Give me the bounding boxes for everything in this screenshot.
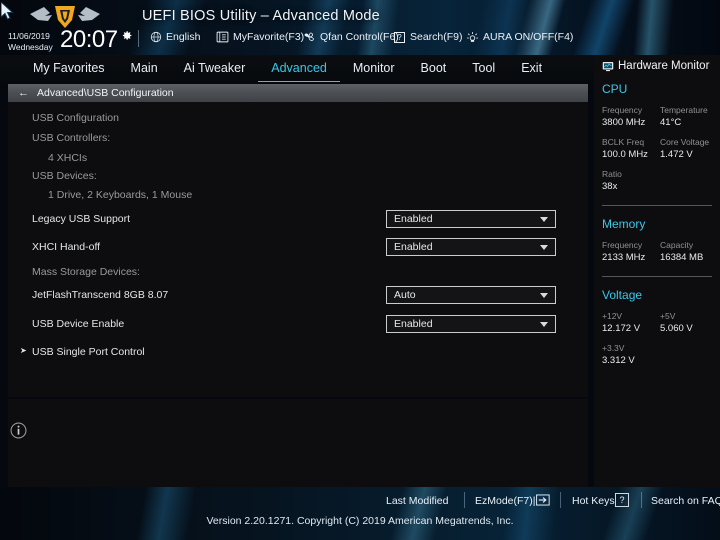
gear-icon[interactable]	[120, 29, 133, 42]
hw-metric-value: 3.312 V	[602, 355, 635, 366]
hw-metric-key: Core Voltage	[660, 137, 710, 147]
hw-metric-key: Frequency	[602, 240, 643, 250]
hw-metric-value: 3800 MHz	[602, 117, 646, 128]
globe-icon[interactable]	[150, 31, 162, 43]
hw-metric-value: 38x	[602, 181, 618, 192]
setting-label: USB Configuration	[32, 112, 119, 124]
footer-bar: Last Modified EzMode(F7)| Hot Keys ? Sea…	[0, 487, 720, 540]
header-divider	[138, 30, 139, 47]
monitor-icon	[602, 62, 614, 72]
hw-metric-key: Capacity	[660, 240, 694, 250]
tab-tool[interactable]: Tool	[459, 55, 508, 82]
hw-metric-value: 5.060 V	[660, 323, 693, 334]
bios-version-text: Version 2.20.1271. Copyright (C) 2019 Am…	[206, 515, 514, 527]
hotkeys-badge[interactable]: ?	[615, 493, 629, 507]
breadcrumb-path: Advanced\USB Configuration	[37, 87, 174, 99]
dropdown-value: Enabled	[394, 241, 433, 253]
question-box-icon[interactable]: ?	[394, 32, 405, 43]
tab-exit[interactable]: Exit	[508, 55, 555, 82]
exit-arrow-icon[interactable]	[536, 494, 550, 506]
hardware-monitor-title: Hardware Monitor	[618, 60, 710, 72]
hw-metric-value: 12.172 V	[602, 323, 641, 334]
setting-label: Legacy USB Support	[32, 213, 131, 225]
nav-tabs: My Favorites Main Ai Tweaker Advanced Mo…	[20, 55, 555, 82]
setting-label: 4 XHCIs	[48, 152, 88, 164]
section-divider	[602, 276, 712, 277]
section-divider	[602, 205, 712, 206]
footer-divider	[464, 492, 465, 508]
setting-dropdown[interactable]: Auto	[386, 286, 556, 304]
last-modified-button[interactable]: Last Modified	[386, 495, 448, 507]
hw-metric-key: Temperature	[660, 105, 708, 115]
search-label[interactable]: Search(F9)	[410, 31, 463, 43]
info-icon[interactable]	[10, 422, 27, 439]
chevron-down-icon	[540, 293, 548, 298]
hw-metric-value: 41°C	[660, 117, 682, 128]
setting-label: USB Single Port Control	[32, 346, 145, 358]
setting-label: Mass Storage Devices:	[32, 266, 140, 278]
tab-boot[interactable]: Boot	[408, 55, 460, 82]
hw-metric-key: BCLK Freq	[602, 137, 645, 147]
dropdown-value: Auto	[394, 289, 416, 301]
hardware-monitor-panel: Hardware Monitor CPU Frequency 3800 MHz Tem…	[594, 55, 720, 487]
hot-keys-button[interactable]: Hot Keys	[572, 495, 615, 507]
date-display: 11/06/2019 Wednesday	[8, 31, 53, 52]
hw-metric-value: 2133 MHz	[602, 252, 646, 263]
hw-metric-key: +12V	[602, 311, 623, 321]
back-arrow-icon[interactable]: ←	[18, 87, 29, 99]
setting-label: 1 Drive, 2 Keyboards, 1 Mouse	[48, 189, 193, 201]
favorites-icon[interactable]	[216, 31, 229, 43]
hw-metric-value: 1.472 V	[660, 149, 693, 160]
help-panel	[8, 399, 588, 487]
tab-ai-tweaker[interactable]: Ai Tweaker	[171, 55, 259, 82]
tab-my-favorites[interactable]: My Favorites	[20, 55, 118, 82]
weekday-value: Wednesday	[8, 41, 53, 52]
setting-dropdown[interactable]: Enabled	[386, 210, 556, 228]
page-title: UEFI BIOS Utility – Advanced Mode	[142, 8, 380, 24]
date-value: 11/06/2019	[8, 31, 50, 41]
setting-label: USB Device Enable	[32, 318, 125, 330]
clock-display: 20:07	[60, 26, 118, 53]
search-on-faq-button[interactable]: Search on FAQ	[651, 495, 720, 507]
mouse-cursor-icon	[1, 2, 14, 20]
qfan-control-label[interactable]: Qfan Control(F6)	[320, 31, 399, 43]
setting-dropdown[interactable]: Enabled	[386, 315, 556, 333]
submenu-arrow-icon: ➤	[20, 346, 27, 355]
hw-metric-key: +3.3V	[602, 343, 625, 353]
chevron-down-icon	[540, 322, 548, 327]
dropdown-value: Enabled	[394, 213, 433, 225]
hw-metric-key: +5V	[660, 311, 676, 321]
hw-metric-key: Ratio	[602, 169, 622, 179]
tab-main[interactable]: Main	[118, 55, 171, 82]
hw-metric-value: 16384 MB	[660, 252, 704, 263]
dropdown-value: Enabled	[394, 318, 433, 330]
setting-label: USB Devices:	[32, 170, 97, 182]
breadcrumb: ← Advanced\USB Configuration	[8, 84, 588, 102]
footer-divider-2	[560, 492, 561, 508]
aura-label[interactable]: AURA ON/OFF(F4)	[483, 31, 573, 43]
hw-metric-value: 100.0 MHz	[602, 149, 648, 160]
header-bar: UEFI BIOS Utility – Advanced Mode 11/06/…	[0, 0, 720, 55]
fan-icon[interactable]	[302, 31, 316, 43]
footer-divider-3	[641, 492, 642, 508]
setting-label: JetFlashTranscend 8GB 8.07	[32, 289, 169, 301]
setting-label: USB Controllers:	[32, 132, 111, 144]
aura-light-icon[interactable]	[466, 31, 479, 44]
tab-monitor[interactable]: Monitor	[340, 55, 408, 82]
hw-section-title: Voltage	[602, 288, 643, 302]
setting-label: XHCI Hand-off	[32, 241, 101, 253]
hw-section-title: CPU	[602, 82, 628, 96]
chevron-down-icon	[540, 245, 548, 250]
myfavorite-label[interactable]: MyFavorite(F3)	[233, 31, 304, 43]
chevron-down-icon	[540, 217, 548, 222]
hw-section-title: Memory	[602, 217, 646, 231]
hw-metric-key: Frequency	[602, 105, 643, 115]
bios-screen: UEFI BIOS Utility – Advanced Mode 11/06/…	[0, 0, 720, 540]
setting-dropdown[interactable]: Enabled	[386, 238, 556, 256]
ezmode-button[interactable]: EzMode(F7)|	[475, 495, 536, 507]
language-label[interactable]: English	[166, 31, 200, 43]
tab-advanced[interactable]: Advanced	[258, 55, 340, 82]
